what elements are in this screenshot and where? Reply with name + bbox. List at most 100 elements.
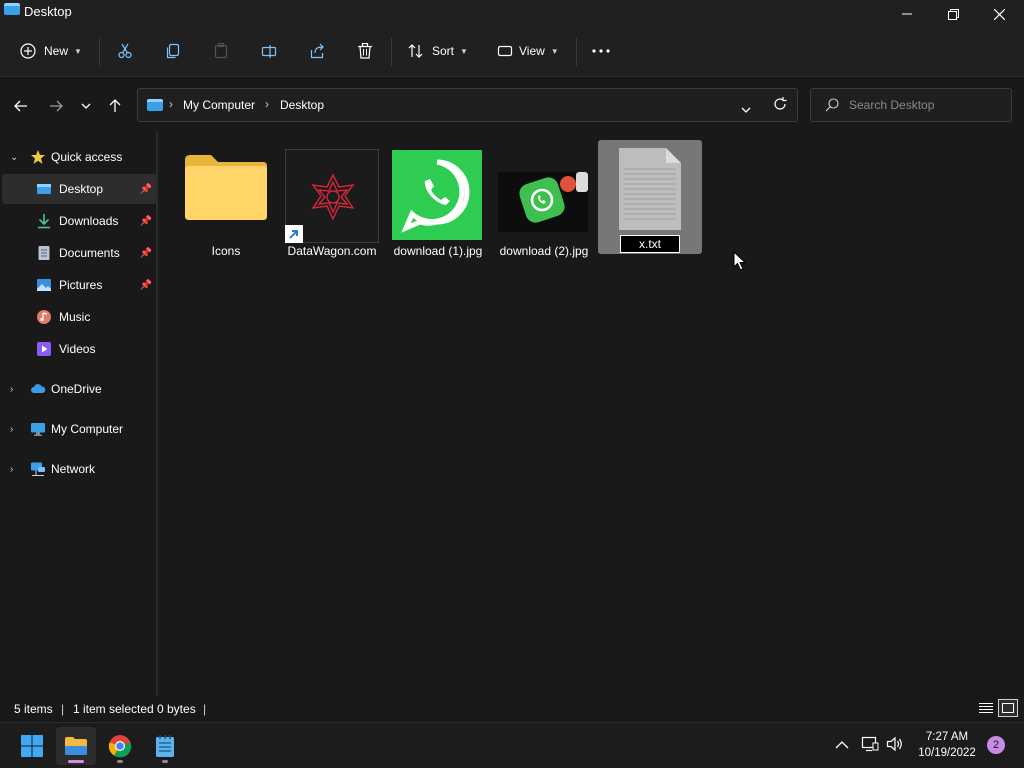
- rename-icon: [261, 45, 277, 58]
- taskbar-notepad[interactable]: [145, 727, 185, 765]
- delete-button[interactable]: [357, 38, 373, 64]
- breadcrumb-my-computer[interactable]: My Computer: [183, 98, 255, 112]
- command-bar: New ▼ Sort ▼ View ▼: [0, 28, 1024, 76]
- refresh-button[interactable]: [773, 97, 787, 114]
- view-icon: [497, 45, 513, 57]
- clock[interactable]: 7:27 AM 10/19/2022: [906, 729, 988, 761]
- sidebar-item-label: Downloads: [59, 214, 119, 228]
- scissors-icon: [118, 43, 132, 59]
- paste-icon: [214, 43, 228, 59]
- chevron-right-icon[interactable]: ›: [10, 384, 13, 395]
- title-bar: Desktop: [0, 0, 1024, 28]
- cut-button[interactable]: [117, 38, 133, 64]
- image-thumbnail: [498, 172, 588, 232]
- sidebar-item-network[interactable]: › Network: [2, 454, 156, 484]
- selection-count: 1 item selected: [73, 702, 154, 716]
- file-explorer-icon: [65, 737, 87, 755]
- share-button[interactable]: [309, 38, 325, 64]
- sidebar-item-my-computer[interactable]: › My Computer: [2, 414, 156, 444]
- datawagon-logo-icon: [311, 173, 355, 221]
- sidebar-item-label: Videos: [59, 342, 96, 356]
- file-name: DataWagon.com: [287, 244, 377, 258]
- rename-button[interactable]: [261, 38, 277, 64]
- minimize-icon: [902, 13, 912, 15]
- paste-button[interactable]: [213, 38, 229, 64]
- clock-date: 10/19/2022: [918, 747, 976, 759]
- mouse-cursor-icon: [733, 251, 747, 271]
- close-icon: [993, 8, 1005, 20]
- file-name: download (1).jpg: [393, 244, 483, 258]
- file-list[interactable]: Icons DataWagon.com download (1).jpg dow…: [160, 132, 1024, 696]
- clock-time: 7:27 AM: [925, 731, 969, 743]
- forward-button[interactable]: [45, 95, 67, 117]
- minimize-button[interactable]: [884, 0, 930, 28]
- download-icon: [38, 214, 50, 229]
- chevron-right-icon[interactable]: ›: [10, 464, 13, 475]
- notification-badge[interactable]: 2: [987, 736, 1005, 754]
- close-button[interactable]: [976, 0, 1022, 28]
- rename-input[interactable]: x.txt: [620, 235, 680, 253]
- start-button[interactable]: [12, 727, 52, 765]
- sort-icon: [408, 44, 423, 58]
- file-item-download-1[interactable]: download (1).jpg: [386, 140, 490, 258]
- sidebar-item-desktop[interactable]: Desktop 📌: [2, 174, 156, 204]
- chevron-down-icon: ▼: [74, 46, 82, 56]
- up-button[interactable]: [104, 95, 126, 117]
- computer-icon: [147, 99, 163, 111]
- sidebar-item-quick-access[interactable]: ⌄ Quick access: [2, 142, 156, 172]
- whatsapp-logo-icon: [401, 159, 470, 233]
- search-box[interactable]: [810, 88, 1012, 122]
- show-hidden-icons-button[interactable]: [835, 738, 849, 752]
- new-button[interactable]: New ▼: [20, 38, 82, 64]
- file-item-datawagon[interactable]: DataWagon.com: [280, 140, 384, 258]
- pictures-icon: [37, 279, 51, 291]
- restore-button[interactable]: [930, 0, 976, 28]
- address-history-button[interactable]: [741, 102, 751, 116]
- chevron-right-icon[interactable]: ›: [10, 424, 13, 435]
- sidebar-item-documents[interactable]: Documents 📌: [2, 238, 156, 268]
- selection-size: 0 bytes: [157, 702, 196, 716]
- windows-logo-icon: [21, 735, 43, 757]
- sidebar-item-pictures[interactable]: Pictures 📌: [2, 270, 156, 300]
- volume-button[interactable]: [886, 736, 904, 755]
- share-icon: [310, 43, 324, 59]
- computer-icon: [31, 423, 45, 436]
- sidebar-item-label: Quick access: [51, 150, 123, 164]
- taskbar-file-explorer[interactable]: [56, 727, 96, 765]
- large-icons-view-button[interactable]: [998, 699, 1018, 717]
- taskbar-chrome[interactable]: [100, 727, 140, 765]
- file-item-icons[interactable]: Icons: [174, 140, 278, 258]
- pin-icon[interactable]: 📌: [140, 184, 152, 195]
- chevron-down-icon[interactable]: ⌄: [10, 152, 18, 163]
- sidebar-item-label: Network: [51, 462, 96, 476]
- search-input[interactable]: [849, 97, 999, 113]
- file-name: download (2).jpg: [499, 244, 589, 258]
- cloud-icon: [31, 384, 46, 393]
- sidebar-item-videos[interactable]: Videos: [2, 334, 156, 364]
- recent-locations-button[interactable]: [75, 95, 97, 117]
- pin-icon[interactable]: 📌: [140, 248, 152, 259]
- network-status-button[interactable]: [861, 736, 879, 755]
- back-button[interactable]: [10, 95, 32, 117]
- notification-dot-icon: [560, 176, 576, 192]
- sidebar-item-downloads[interactable]: Downloads 📌: [2, 206, 156, 236]
- more-dots-icon: [592, 49, 610, 53]
- arrow-up-icon: [109, 99, 121, 112]
- arrow-right-icon: [50, 100, 63, 112]
- copy-button[interactable]: [165, 38, 181, 64]
- sort-button[interactable]: Sort ▼: [408, 38, 468, 64]
- address-bar[interactable]: › My Computer › Desktop: [137, 88, 798, 122]
- view-button[interactable]: View ▼: [497, 38, 559, 64]
- image-thumbnail: [392, 150, 482, 240]
- breadcrumb-desktop[interactable]: Desktop: [280, 98, 324, 112]
- chevron-down-icon: ▼: [460, 46, 468, 56]
- pin-icon[interactable]: 📌: [140, 216, 152, 227]
- sidebar-item-music[interactable]: Music: [2, 302, 156, 332]
- pin-icon[interactable]: 📌: [140, 280, 152, 291]
- sidebar-item-onedrive[interactable]: › OneDrive: [2, 374, 156, 404]
- sidebar-item-label: Desktop: [59, 182, 104, 196]
- details-view-button[interactable]: [976, 699, 996, 717]
- file-item-x-txt[interactable]: x.txt: [598, 140, 702, 254]
- more-options-button[interactable]: [592, 38, 610, 64]
- file-item-download-2[interactable]: download (2).jpg: [492, 140, 596, 258]
